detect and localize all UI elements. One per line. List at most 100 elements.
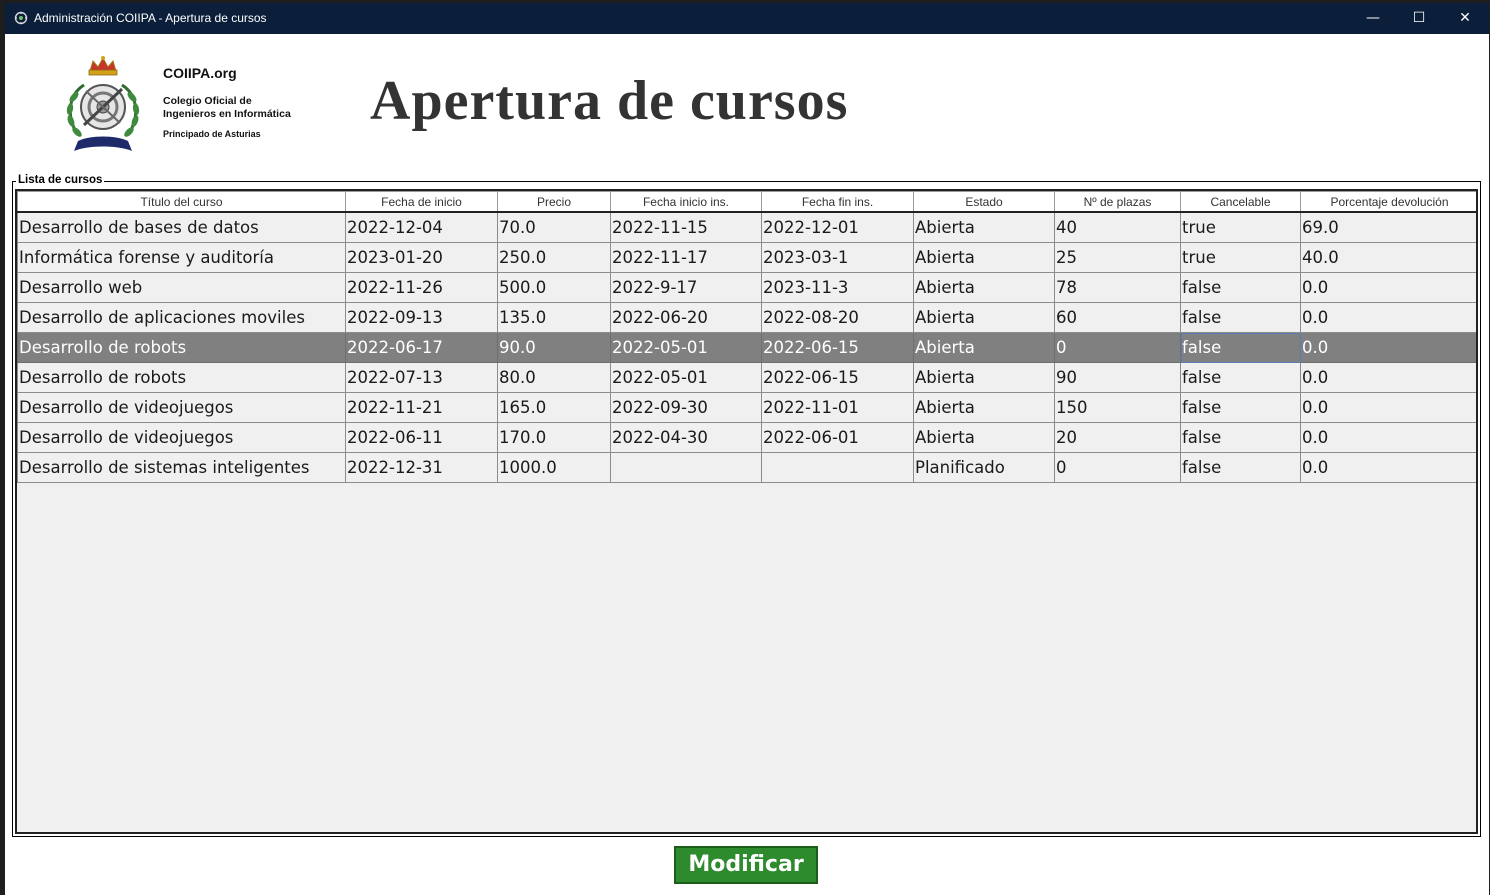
- cell-title[interactable]: Desarrollo de robots: [17, 362, 346, 393]
- table-row[interactable]: Desarrollo de bases de datos 2022-12-04 70…: [17, 211, 1476, 243]
- cell-refund-percent[interactable]: 0.0: [1300, 362, 1476, 393]
- title-bar[interactable]: Administración COIIPA - Apertura de curs…: [5, 3, 1489, 34]
- cell-enroll-start[interactable]: 2022-09-30: [610, 392, 762, 423]
- cell-price[interactable]: 90.0: [497, 332, 611, 363]
- cell-enroll-start[interactable]: 2022-04-30: [610, 422, 762, 453]
- cell-title[interactable]: Desarrollo de bases de datos: [17, 211, 346, 243]
- cell-refund-percent[interactable]: 0.0: [1300, 392, 1476, 423]
- cell-cancelable[interactable]: false: [1180, 362, 1301, 393]
- cell-title[interactable]: Desarrollo web: [17, 272, 346, 303]
- minimize-button[interactable]: —: [1350, 3, 1396, 34]
- cell-enroll-start[interactable]: 2022-06-20: [610, 302, 762, 333]
- cell-start-date[interactable]: 2022-12-04: [345, 211, 498, 243]
- cell-start-date[interactable]: 2022-12-31: [345, 452, 498, 483]
- cell-seats[interactable]: 20: [1054, 422, 1181, 453]
- cell-enroll-end[interactable]: 2022-06-15: [761, 332, 914, 363]
- course-table-scroll-pane[interactable]: Título del curso Fecha de inicio Precio Fec…: [15, 189, 1478, 834]
- cell-cancelable[interactable]: false: [1180, 392, 1301, 423]
- cell-status[interactable]: Abierta: [913, 272, 1055, 303]
- cell-status[interactable]: Abierta: [913, 362, 1055, 393]
- cell-seats[interactable]: 40: [1054, 211, 1181, 243]
- cell-status[interactable]: Abierta: [913, 242, 1055, 273]
- column-start-date-header[interactable]: Fecha de inicio: [345, 191, 498, 213]
- cell-enroll-start[interactable]: 2022-05-01: [610, 362, 762, 393]
- cell-price[interactable]: 165.0: [497, 392, 611, 423]
- cell-enroll-end[interactable]: [761, 452, 914, 483]
- cell-enroll-start[interactable]: 2022-9-17: [610, 272, 762, 303]
- table-row[interactable]: Informática forense y auditoría 2023-01-2…: [17, 242, 1476, 273]
- table-row[interactable]: Desarrollo web 2022-11-26 500.0 2022-9-17 20…: [17, 272, 1476, 303]
- cell-price[interactable]: 70.0: [497, 211, 611, 243]
- cell-enroll-start[interactable]: 2022-11-15: [610, 211, 762, 243]
- cell-enroll-end[interactable]: 2022-06-15: [761, 362, 914, 393]
- cell-start-date[interactable]: 2022-06-17: [345, 332, 498, 363]
- cell-title[interactable]: Desarrollo de videojuegos: [17, 392, 346, 423]
- column-enroll-end-header[interactable]: Fecha fin ins.: [761, 191, 914, 213]
- cell-refund-percent[interactable]: 69.0: [1300, 211, 1476, 243]
- cell-enroll-end[interactable]: 2022-11-01: [761, 392, 914, 423]
- table-row[interactable]: Desarrollo de robots 2022-07-13 80.0 2022-0…: [17, 362, 1476, 393]
- column-title-header[interactable]: Título del curso: [17, 191, 346, 213]
- cell-seats[interactable]: 150: [1054, 392, 1181, 423]
- cell-seats[interactable]: 78: [1054, 272, 1181, 303]
- cell-start-date[interactable]: 2022-09-13: [345, 302, 498, 333]
- cell-cancelable[interactable]: false: [1180, 452, 1301, 483]
- cell-status[interactable]: Abierta: [913, 422, 1055, 453]
- column-status-header[interactable]: Estado: [913, 191, 1055, 213]
- column-seats-header[interactable]: Nº de plazas: [1054, 191, 1181, 213]
- cell-refund-percent[interactable]: 0.0: [1300, 332, 1476, 363]
- cell-start-date[interactable]: 2022-06-11: [345, 422, 498, 453]
- cell-refund-percent[interactable]: 0.0: [1300, 452, 1476, 483]
- cell-title[interactable]: Desarrollo de aplicaciones moviles: [17, 302, 346, 333]
- table-row[interactable]: Desarrollo de videojuegos 2022-11-21 165.0…: [17, 392, 1476, 423]
- cell-start-date[interactable]: 2023-01-20: [345, 242, 498, 273]
- cell-title[interactable]: Desarrollo de robots: [17, 332, 346, 363]
- cell-price[interactable]: 1000.0: [497, 452, 611, 483]
- cell-title[interactable]: Informática forense y auditoría: [17, 242, 346, 273]
- cell-status[interactable]: Abierta: [913, 392, 1055, 423]
- cell-refund-percent[interactable]: 0.0: [1300, 272, 1476, 303]
- table-row[interactable]: Desarrollo de sistemas inteligentes 2022-…: [17, 452, 1476, 483]
- maximize-button[interactable]: ☐: [1396, 3, 1442, 34]
- cell-seats[interactable]: 25: [1054, 242, 1181, 273]
- cell-seats[interactable]: 90: [1054, 362, 1181, 393]
- course-table[interactable]: Título del curso Fecha de inicio Precio Fec…: [17, 191, 1476, 483]
- cell-start-date[interactable]: 2022-11-26: [345, 272, 498, 303]
- cell-price[interactable]: 80.0: [497, 362, 611, 393]
- cell-enroll-end[interactable]: 2022-06-01: [761, 422, 914, 453]
- column-price-header[interactable]: Precio: [497, 191, 611, 213]
- cell-seats[interactable]: 0: [1054, 332, 1181, 363]
- cell-start-date[interactable]: 2022-07-13: [345, 362, 498, 393]
- cell-status[interactable]: Abierta: [913, 332, 1055, 363]
- cell-refund-percent[interactable]: 0.0: [1300, 422, 1476, 453]
- cell-status[interactable]: Abierta: [913, 302, 1055, 333]
- column-cancelable-header[interactable]: Cancelable: [1180, 191, 1301, 213]
- cell-refund-percent[interactable]: 0.0: [1300, 302, 1476, 333]
- cell-enroll-start[interactable]: 2022-11-17: [610, 242, 762, 273]
- table-row[interactable]: Desarrollo de robots 2022-06-17 90.0 2022-0…: [17, 332, 1476, 363]
- cell-seats[interactable]: 60: [1054, 302, 1181, 333]
- close-button[interactable]: ✕: [1442, 3, 1488, 34]
- table-row[interactable]: Desarrollo de videojuegos 2022-06-11 170.0…: [17, 422, 1476, 453]
- column-refund-percent-header[interactable]: Porcentaje devolución: [1300, 191, 1476, 213]
- cell-cancelable[interactable]: true: [1180, 211, 1301, 243]
- cell-cancelable[interactable]: false: [1180, 272, 1301, 303]
- cell-enroll-end[interactable]: 2022-12-01: [761, 211, 914, 243]
- cell-cancelable[interactable]: false: [1180, 302, 1301, 333]
- cell-enroll-end[interactable]: 2023-11-3: [761, 272, 914, 303]
- column-enroll-start-header[interactable]: Fecha inicio ins.: [610, 191, 762, 213]
- cell-start-date[interactable]: 2022-11-21: [345, 392, 498, 423]
- cell-status[interactable]: Abierta: [913, 211, 1055, 243]
- cell-refund-percent[interactable]: 40.0: [1300, 242, 1476, 273]
- cell-cancelable[interactable]: true: [1180, 242, 1301, 273]
- cell-price[interactable]: 250.0: [497, 242, 611, 273]
- cell-title[interactable]: Desarrollo de sistemas inteligentes: [17, 452, 346, 483]
- cell-cancelable[interactable]: false: [1180, 332, 1301, 363]
- cell-price[interactable]: 500.0: [497, 272, 611, 303]
- modify-button[interactable]: Modificar: [674, 846, 818, 884]
- cell-title[interactable]: Desarrollo de videojuegos: [17, 422, 346, 453]
- table-row[interactable]: Desarrollo de aplicaciones moviles 2022-0…: [17, 302, 1476, 333]
- cell-price[interactable]: 135.0: [497, 302, 611, 333]
- cell-enroll-start[interactable]: [610, 452, 762, 483]
- cell-status[interactable]: Planificado: [913, 452, 1055, 483]
